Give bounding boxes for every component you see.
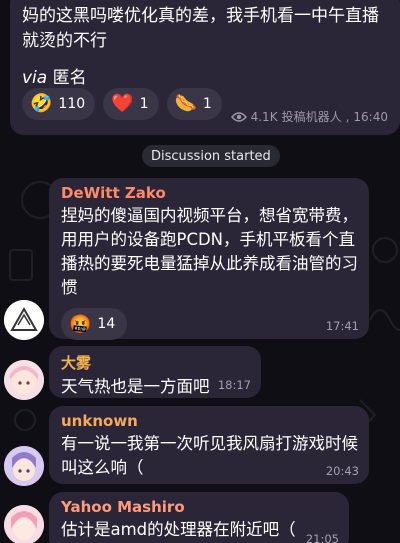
- reaction-angry[interactable]: 🤬 14: [61, 308, 128, 340]
- reaction-count: 1: [202, 96, 212, 112]
- message-text: 有一说一我第一次听见我风扇打游戏时候叫这么响（: [61, 434, 358, 477]
- heart-emoji-icon: ❤️: [111, 93, 134, 114]
- post-via: via 匿名: [22, 63, 87, 88]
- sender-name[interactable]: Yahoo Mashiro: [61, 498, 339, 516]
- anime-character-avatar-icon: [4, 446, 44, 486]
- message-time: 20:43: [325, 464, 359, 478]
- message-time: 17:41: [325, 319, 359, 333]
- post-reactions: 🤣 110 ❤️ 1 🌭 1: [22, 88, 222, 120]
- hotdog-emoji-icon: 🌭: [174, 93, 197, 114]
- pink-hair-avatar-icon: [4, 505, 44, 543]
- reaction-laughing[interactable]: 🤣 110: [22, 88, 96, 120]
- via-name: 匿名: [52, 68, 87, 88]
- post-time: 16:40: [353, 109, 388, 124]
- message-text: 捏妈的傻逼国内视频平台，想省宽带费，用用户的设备跑PCDN，手机平板看个直播热的…: [61, 206, 358, 297]
- channel-post[interactable]: 妈的这黑吗喽优化真的差，我手机看一中午直播就烫的不行 via 匿名 🤣 110 …: [10, 0, 400, 135]
- laughing-emoji-icon: 🤣: [30, 93, 53, 114]
- angry-emoji-icon: 🤬: [69, 313, 92, 335]
- reaction-heart[interactable]: ❤️ 1: [103, 88, 159, 120]
- avatar[interactable]: [4, 505, 44, 543]
- message-bubble[interactable]: 大雾 天气热也是一方面吧 18:17: [49, 346, 261, 398]
- reaction-count: 110: [58, 96, 86, 112]
- message-time: 18:17: [217, 378, 251, 392]
- via-label: via: [22, 68, 48, 88]
- post-author: 投稿机器人: [281, 110, 342, 124]
- reaction-count: 14: [97, 316, 116, 332]
- discussion-started-divider: Discussion started: [142, 145, 280, 167]
- sender-name[interactable]: unknown: [61, 412, 359, 430]
- sender-name[interactable]: 大雾: [61, 352, 251, 373]
- eye-icon: [230, 111, 247, 122]
- avatar[interactable]: [4, 300, 44, 340]
- sender-name[interactable]: DeWitt Zako: [61, 184, 359, 202]
- message-bubble[interactable]: Yahoo Mashiro 估计是amd的处理器在附近吧（ 21:05: [49, 492, 349, 543]
- view-count: 4.1K: [250, 109, 278, 124]
- message-bubble[interactable]: DeWitt Zako 捏妈的傻逼国内视频平台，想省宽带费，用用户的设备跑PCD…: [49, 178, 369, 340]
- anime-girl-avatar-icon: [4, 360, 44, 400]
- message-text: 估计是amd的处理器在附近吧（: [61, 520, 296, 539]
- avatar[interactable]: [4, 360, 44, 400]
- message-bubble[interactable]: unknown 有一说一我第一次听见我风扇打游戏时候叫这么响（ 20:43: [49, 406, 369, 484]
- post-text: 妈的这黑吗喽优化真的差，我手机看一中午直播就烫的不行: [22, 6, 379, 51]
- message-time: 21:05: [305, 532, 339, 543]
- avatar[interactable]: [4, 446, 44, 486]
- reaction-hotdog[interactable]: 🌭 1: [166, 88, 222, 120]
- post-meta: 4.1K 投稿机器人, 16:40: [230, 108, 388, 125]
- reaction-count: 1: [139, 96, 149, 112]
- triangle-logo-icon: [4, 300, 44, 340]
